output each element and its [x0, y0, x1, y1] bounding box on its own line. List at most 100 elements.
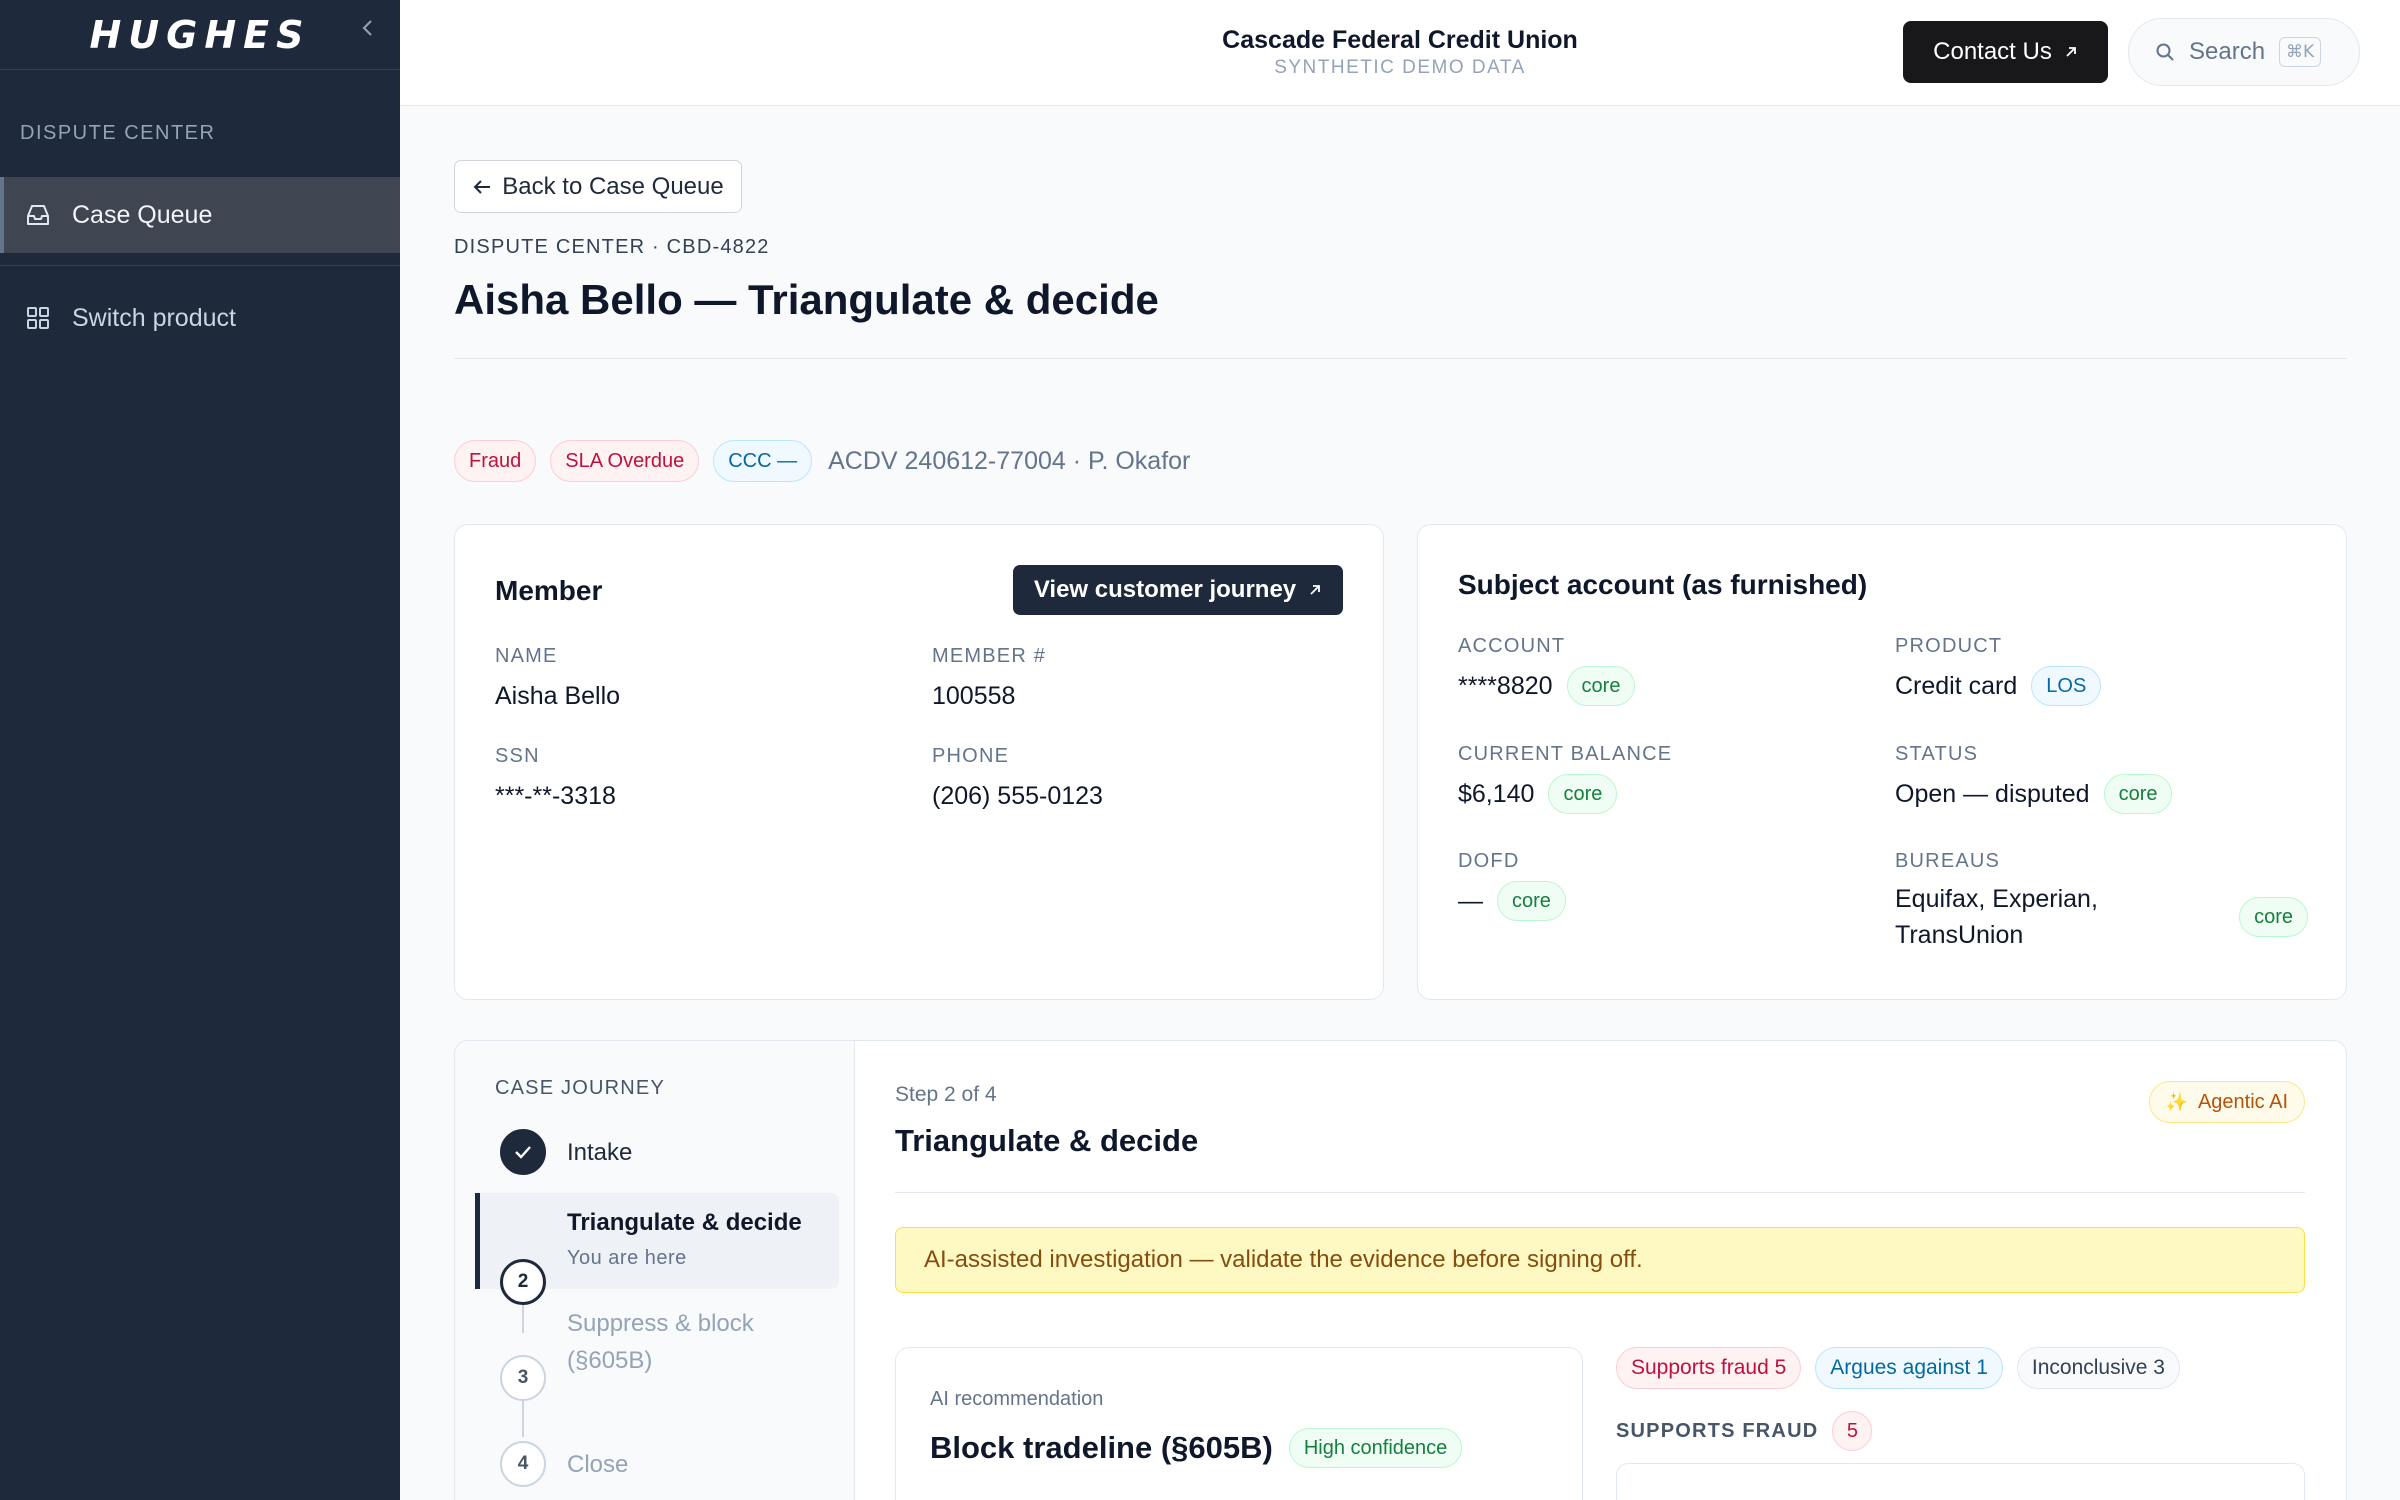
field-value: ****8820 core: [1458, 666, 1636, 706]
step-number: 3: [500, 1355, 546, 1401]
view-customer-journey-button[interactable]: View customer journey: [1013, 565, 1343, 615]
source-tag: core: [1566, 666, 1636, 706]
evidence-filters: Supports fraud 5 Argues against 1 Inconc…: [1616, 1347, 2305, 1389]
field-label: STATUS: [1895, 743, 1979, 765]
source-tag: core: [1548, 774, 1618, 814]
product-value: Credit card: [1895, 671, 2018, 700]
field-value: ***-**-3318: [495, 782, 616, 811]
member-number: 100558: [932, 682, 1016, 710]
bureaus-field: BUREAUS Equifax, Experian, TransUnion co…: [1895, 850, 2308, 953]
member-name: Aisha Bello: [495, 682, 621, 710]
search-button[interactable]: Search ⌘K: [2128, 18, 2360, 86]
back-to-queue-button[interactable]: Back to Case Queue: [454, 160, 742, 213]
back-label: Back to Case Queue: [502, 172, 724, 200]
step-title: Triangulate & decide: [895, 1123, 1199, 1158]
step-done-marker: [500, 1129, 546, 1175]
balance-field: CURRENT BALANCE $6,140 core: [1458, 743, 1672, 814]
field-label: SSN: [495, 745, 540, 767]
supports-fraud-heading: SUPPORTS FRAUD 5: [1616, 1411, 2305, 1451]
supports-fraud-filter[interactable]: Supports fraud 5: [1616, 1347, 1802, 1389]
field-value: Equifax, Experian, TransUnion core: [1895, 881, 2308, 953]
case-journey-stepper: CASE JOURNEY Intake 2 Triangulate & deci…: [455, 1041, 855, 1500]
ssn-value: ***-**-3318: [495, 782, 616, 810]
step-name: Triangulate & decide: [567, 1209, 802, 1236]
sidebar-item-switch-product[interactable]: Switch product: [0, 280, 400, 356]
supports-fraud-count: 5: [1832, 1411, 1873, 1451]
sparkle-icon: ✨: [2165, 1091, 2188, 1113]
step-number: 2: [500, 1259, 546, 1305]
breadcrumb: DISPUTE CENTER · CBD-4822: [454, 236, 770, 258]
brand-row: HUGHES: [0, 0, 400, 70]
search-icon: [2156, 43, 2174, 61]
agentic-ai-label: Agentic AI: [2197, 1090, 2288, 1113]
account-number: ****8820: [1458, 671, 1553, 700]
member-name-field: NAME Aisha Bello: [495, 645, 620, 711]
supports-fraud-label: SUPPORTS FRAUD: [1616, 1419, 1819, 1442]
field-value: Open — disputed core: [1895, 774, 2173, 814]
field-label: MEMBER #: [932, 645, 1047, 667]
search-label: Search: [2189, 38, 2266, 65]
page-title: Aisha Bello — Triangulate & decide: [454, 276, 1159, 323]
recommendation-title-row: Block tradeline (§605B) High confidence: [930, 1428, 1463, 1468]
dofd-field: DOFD — core: [1458, 850, 1566, 921]
field-label: PHONE: [932, 745, 1010, 767]
external-link-icon: [1310, 585, 1321, 595]
source-tag: core: [1497, 881, 1566, 921]
field-label: NAME: [495, 645, 558, 667]
source-tag: LOS: [2031, 666, 2102, 706]
agentic-ai-badge: ✨ Agentic AI: [2148, 1081, 2305, 1123]
brand-logo: HUGHES: [89, 12, 311, 57]
ai-warning-banner: AI-assisted investigation — validate the…: [895, 1227, 2305, 1293]
field-label: CURRENT BALANCE: [1458, 743, 1673, 765]
status-value: Open — disputed: [1895, 779, 2090, 808]
step-sub: You are here: [567, 1247, 687, 1269]
field-value: (206) 555-0123: [932, 782, 1103, 811]
sidebar-item-case-queue[interactable]: Case Queue: [0, 177, 400, 253]
divider: [454, 358, 2347, 359]
evidence-section: Supports fraud 5 Argues against 1 Inconc…: [1616, 1347, 2305, 1500]
recommendation-label: AI recommendation: [930, 1388, 1104, 1410]
ai-recommendation-card: AI recommendation Block tradeline (§605B…: [895, 1347, 1583, 1500]
divider: [895, 1192, 2305, 1193]
collapse-sidebar-button[interactable]: [356, 14, 380, 42]
inconclusive-filter[interactable]: Inconclusive 3: [2016, 1347, 2180, 1389]
status-field: STATUS Open — disputed core: [1895, 743, 2173, 814]
account-field: ACCOUNT ****8820 core: [1458, 635, 1636, 706]
journey-label: CASE JOURNEY: [495, 1077, 665, 1099]
contact-us-button[interactable]: Contact Us: [1903, 21, 2108, 83]
top-bar: Cascade Federal Credit Union SYNTHETIC D…: [400, 0, 2400, 106]
member-card: Member View customer journey NAME Aisha …: [454, 524, 1384, 1000]
acdv-reference: ACDV 240612-77004 · P. Okafor: [828, 446, 1191, 475]
evidence-card[interactable]: [1616, 1463, 2305, 1500]
step-counter: Step 2 of 4: [895, 1083, 997, 1106]
subject-account-card: Subject account (as furnished) ACCOUNT *…: [1417, 524, 2347, 1000]
bureaus-value: Equifax, Experian, TransUnion: [1895, 885, 2098, 949]
phone-value: (206) 555-0123: [932, 782, 1103, 810]
inbox-icon: [24, 201, 52, 229]
journey-button-label: View customer journey: [1033, 576, 1297, 603]
arrow-left-icon: [473, 179, 491, 194]
field-label: BUREAUS: [1895, 850, 2001, 872]
product-field: PRODUCT Credit card LOS: [1895, 635, 2102, 706]
grid-icon: [24, 304, 52, 332]
member-card-title: Member: [495, 575, 603, 606]
sla-overdue-badge: SLA Overdue: [550, 440, 700, 482]
step-name: Suppress & block (§605B): [567, 1310, 754, 1374]
phone-field: PHONE (206) 555-0123: [932, 745, 1103, 811]
search-shortcut: ⌘K: [2279, 37, 2322, 67]
argues-against-filter[interactable]: Argues against 1: [1815, 1347, 2003, 1389]
field-label: ACCOUNT: [1458, 635, 1566, 657]
source-tag: core: [2239, 897, 2308, 937]
case-journey-panel: CASE JOURNEY Intake 2 Triangulate & deci…: [454, 1040, 2347, 1500]
member-number-field: MEMBER # 100558: [932, 645, 1046, 711]
sidebar: HUGHES DISPUTE CENTER Case Queue Switch …: [0, 0, 400, 1500]
source-tag: core: [2103, 774, 2173, 814]
contact-us-label: Contact Us: [1933, 38, 2052, 65]
field-label: PRODUCT: [1895, 635, 2003, 657]
field-value: $6,140 core: [1458, 774, 1672, 814]
field-value: Aisha Bello: [495, 682, 620, 711]
fraud-badge: Fraud: [454, 440, 537, 482]
step-number: 4: [500, 1441, 546, 1487]
field-value: — core: [1458, 881, 1566, 921]
check-icon: [515, 1146, 531, 1159]
